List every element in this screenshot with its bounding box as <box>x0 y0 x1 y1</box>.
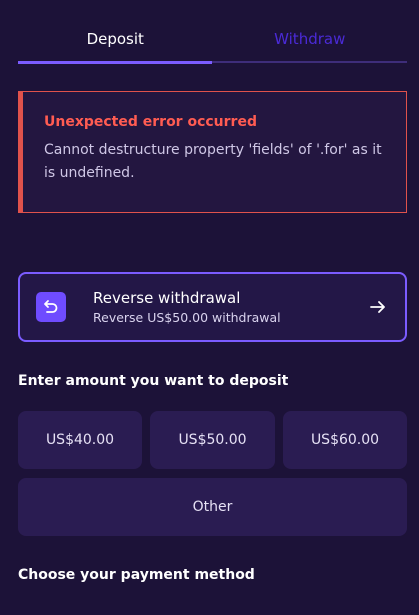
tab-bar: Deposit Withdraw <box>18 18 407 64</box>
error-message: Cannot destructure property 'fields' of … <box>44 142 382 181</box>
error-alert: Unexpected error occurred Cannot destruc… <box>18 91 407 213</box>
active-tab-indicator <box>18 61 212 64</box>
amount-section-label: Enter amount you want to deposit <box>18 373 289 389</box>
amount-option-40[interactable]: US$40.00 <box>18 411 142 469</box>
amount-option-50[interactable]: US$50.00 <box>150 411 275 469</box>
tab-withdraw[interactable]: Withdraw <box>213 18 408 64</box>
reverse-withdrawal-subtitle: Reverse US$50.00 withdrawal <box>93 310 281 325</box>
error-title: Unexpected error occurred <box>44 114 257 130</box>
deposit-page: Deposit Withdraw Unexpected error occurr… <box>0 0 419 615</box>
reverse-withdrawal-button[interactable]: Reverse withdrawal Reverse US$50.00 with… <box>18 272 407 342</box>
undo-icon <box>36 292 66 322</box>
tab-deposit[interactable]: Deposit <box>18 18 213 64</box>
reverse-withdrawal-text: Reverse withdrawal Reverse US$50.00 with… <box>93 289 367 325</box>
reverse-withdrawal-title: Reverse withdrawal <box>93 289 241 307</box>
amount-option-60[interactable]: US$60.00 <box>283 411 407 469</box>
arrow-right-icon <box>367 296 389 318</box>
payment-method-label: Choose your payment method <box>18 567 255 583</box>
amount-option-other[interactable]: Other <box>18 478 407 536</box>
